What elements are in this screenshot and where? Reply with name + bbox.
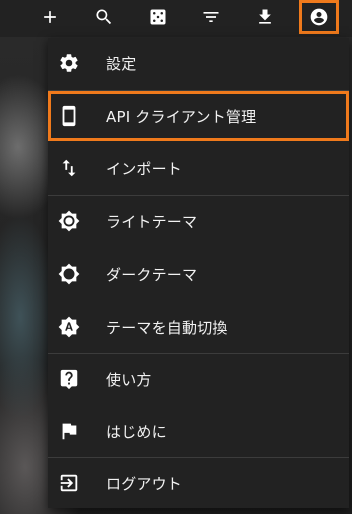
menu-item-getting-started[interactable]: はじめに: [48, 406, 349, 456]
account-menu: 設定 API クライアント管理 インポート ライトテーマ ダークテーマ テーマを…: [48, 38, 349, 508]
logout-icon: [60, 474, 78, 492]
download-icon: [259, 9, 271, 24]
flag-icon: [62, 423, 77, 440]
dice-icon: [150, 9, 166, 25]
menu-item-label: ライトテーマ: [106, 212, 198, 231]
dark-theme-icon: [58, 263, 80, 285]
menu-item-auto-theme[interactable]: テーマを自動切換: [48, 302, 349, 352]
auto-theme-icon: [58, 316, 80, 338]
menu-item-label: API クライアント管理: [106, 107, 257, 126]
menu-item-settings[interactable]: 設定: [48, 38, 349, 88]
menu-item-label: ログアウト: [106, 474, 183, 493]
menu-item-label: テーマを自動切換: [106, 318, 228, 337]
random-button[interactable]: [138, 0, 178, 34]
menu-item-how-to-use[interactable]: 使い方: [48, 354, 349, 404]
menu-item-label: 設定: [106, 54, 137, 73]
menu-item-label: インポート: [106, 159, 183, 178]
menu-item-logout[interactable]: ログアウト: [48, 458, 349, 508]
light-theme-icon: [58, 210, 80, 232]
menu-item-label: ダークテーマ: [106, 265, 198, 284]
download-button[interactable]: [245, 0, 285, 34]
filter-icon: [203, 12, 219, 22]
import-arrows-icon: [62, 159, 76, 177]
gear-icon: [60, 54, 78, 72]
menu-item-light-theme[interactable]: ライトテーマ: [48, 196, 349, 246]
menu-item-import[interactable]: インポート: [48, 143, 349, 193]
menu-item-api-client-management[interactable]: API クライアント管理: [48, 91, 349, 141]
search-icon: [96, 9, 112, 25]
account-circle-icon: [310, 8, 328, 26]
add-button[interactable]: [30, 0, 70, 34]
account-button[interactable]: [299, 0, 339, 34]
filter-button[interactable]: [191, 0, 231, 34]
plus-icon: [44, 11, 56, 23]
phone-icon: [62, 105, 76, 127]
search-button[interactable]: [84, 0, 124, 34]
top-toolbar: [0, 0, 352, 37]
help-icon: [60, 369, 78, 390]
menu-item-dark-theme[interactable]: ダークテーマ: [48, 249, 349, 299]
menu-item-label: 使い方: [106, 370, 152, 389]
menu-item-label: はじめに: [106, 422, 167, 441]
